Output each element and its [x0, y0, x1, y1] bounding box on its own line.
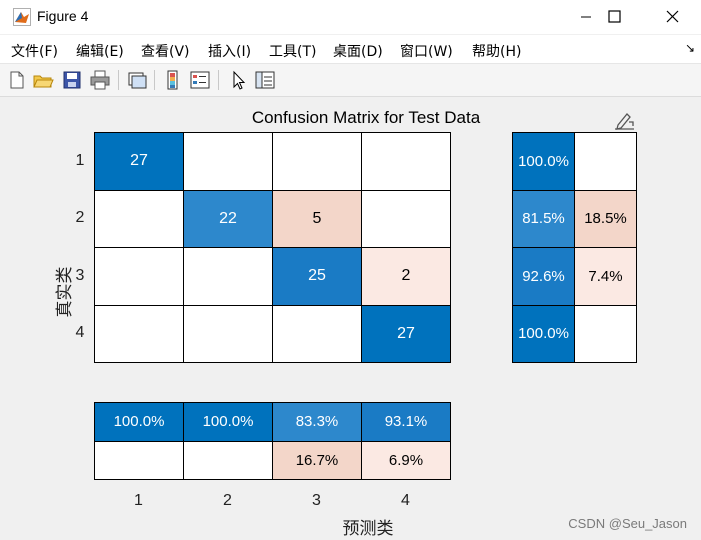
menu-insert[interactable]: 插入(I) — [208, 41, 251, 61]
close-button[interactable] — [649, 0, 695, 34]
row-summary-cell: 18.5% — [574, 189, 637, 248]
menubar: 文件(F) 编辑(E) 查看(V) 插入(I) 工具(T) 桌面(D) 窗口(W… — [0, 35, 701, 64]
matrix-cell: 25 — [272, 247, 362, 306]
row-summary-cell — [574, 304, 637, 363]
menu-edit[interactable]: 编辑(E) — [76, 41, 124, 61]
maximize-button[interactable] — [591, 0, 637, 34]
column-summary-cell: 6.9% — [361, 440, 451, 480]
menu-desktop[interactable]: 桌面(D) — [333, 41, 383, 61]
col-tick-label: 2 — [223, 492, 232, 509]
column-summary-cell: 16.7% — [272, 440, 362, 480]
row-summary-cell: 100.0% — [512, 304, 575, 363]
col-tick-label: 3 — [312, 492, 321, 509]
row-summary-cell — [574, 132, 637, 191]
window-title: Figure 4 — [37, 8, 89, 24]
matrix-cell — [94, 189, 184, 248]
watermark: CSDN @Seu_Jason — [568, 516, 687, 531]
matrix-cell — [94, 247, 184, 306]
menu-view[interactable]: 查看(V) — [141, 41, 190, 61]
matrix-cell — [183, 132, 273, 191]
row-summary-cell: 100.0% — [512, 132, 575, 191]
menu-help[interactable]: 帮助(H) — [472, 41, 521, 61]
chart-title: Confusion Matrix for Test Data — [251, 108, 481, 127]
legend-icon[interactable] — [189, 69, 211, 91]
matrix-cell: 2 — [361, 247, 451, 306]
matrix-cell: 27 — [94, 132, 184, 191]
column-summary-cell: 100.0% — [94, 402, 184, 442]
menu-file[interactable]: 文件(F) — [11, 41, 58, 61]
matrix-cell — [183, 247, 273, 306]
matrix-cell — [183, 304, 273, 363]
y-axis-label: 真实类 — [55, 266, 75, 318]
col-tick-label: 1 — [134, 492, 143, 509]
edit-plot-icon[interactable] — [612, 108, 636, 130]
matrix-cell: 27 — [361, 304, 451, 363]
pointer-icon[interactable] — [227, 69, 249, 91]
toolbar-separator — [118, 70, 119, 90]
menu-tools[interactable]: 工具(T) — [269, 41, 316, 61]
matlab-logo-icon — [13, 8, 31, 26]
column-summary-cell: 93.1% — [361, 402, 451, 442]
menu-expand-icon[interactable]: ↘ — [685, 41, 695, 55]
print-icon[interactable] — [89, 69, 111, 91]
matrix-cell — [361, 132, 451, 191]
matrix-cell — [272, 132, 362, 191]
matrix-cell — [272, 304, 362, 363]
x-axis-label: 预测类 — [342, 519, 394, 539]
row-tick-label: 1 — [75, 151, 85, 169]
row-summary-cell: 7.4% — [574, 247, 637, 306]
col-tick-label: 4 — [401, 492, 410, 509]
toolbar-separator — [218, 70, 219, 90]
matrix-cell — [361, 189, 451, 248]
colorbar-icon[interactable] — [162, 69, 184, 91]
link-plot-icon[interactable] — [126, 69, 148, 91]
column-summary-cell: 83.3% — [272, 402, 362, 442]
property-inspector-icon[interactable] — [254, 69, 276, 91]
column-summary-cell — [183, 440, 273, 480]
new-figure-icon[interactable] — [6, 69, 28, 91]
column-summary-cell: 100.0% — [183, 402, 273, 442]
row-summary-cell: 92.6% — [512, 247, 575, 306]
column-summary-cell — [94, 440, 184, 480]
window-titlebar: Figure 4 — [0, 0, 701, 35]
save-icon[interactable] — [61, 69, 83, 91]
toolbar — [0, 64, 701, 97]
row-summary-cell: 81.5% — [512, 189, 575, 248]
matrix-cell: 22 — [183, 189, 273, 248]
toolbar-separator — [154, 70, 155, 90]
open-folder-icon[interactable] — [32, 69, 54, 91]
matrix-cell: 5 — [272, 189, 362, 248]
row-tick-label: 2 — [75, 209, 85, 227]
matrix-cell — [94, 304, 184, 363]
menu-window[interactable]: 窗口(W) — [400, 41, 453, 61]
